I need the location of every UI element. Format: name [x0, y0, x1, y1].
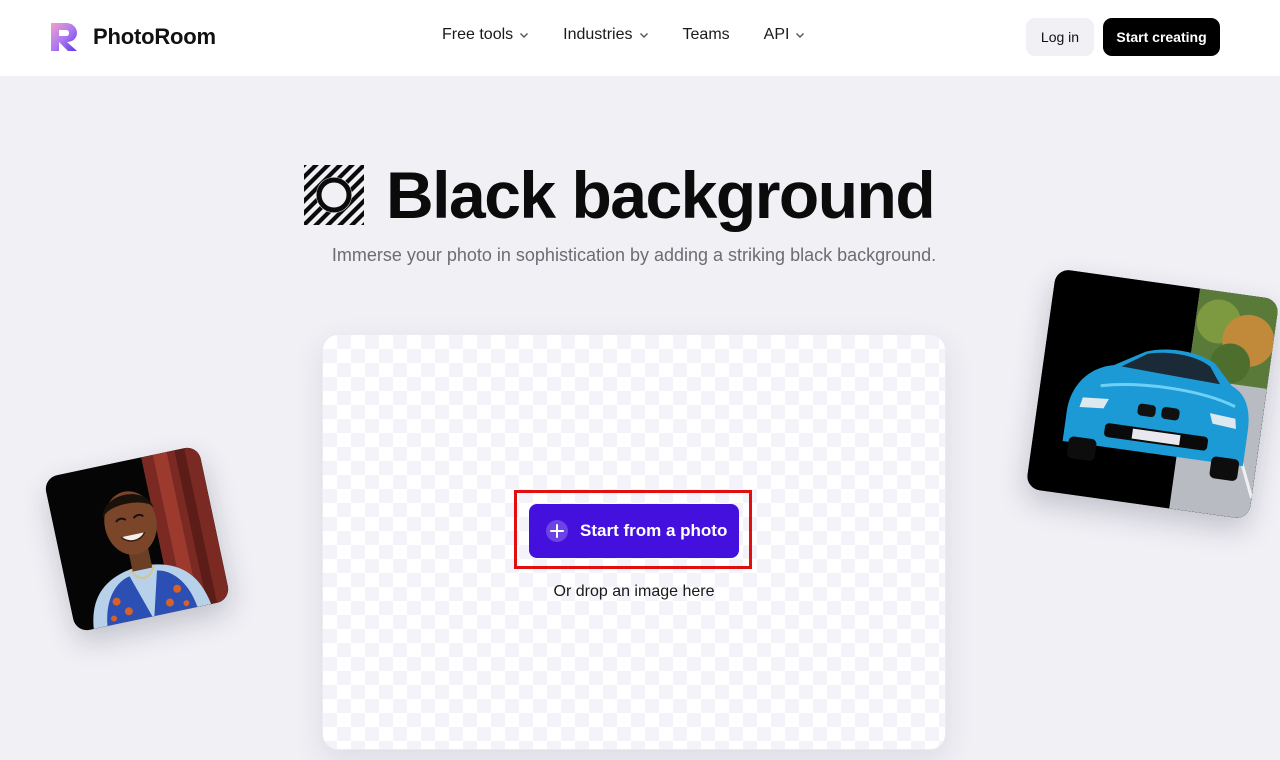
nav-free-tools-label: Free tools — [442, 26, 514, 43]
blue-car-image — [1025, 268, 1280, 520]
start-from-photo-label: Start from a photo — [580, 521, 728, 540]
nav-api-label: API — [763, 26, 790, 43]
plus-icon — [546, 520, 568, 542]
example-photo-car — [1025, 268, 1280, 520]
page-title: Black background — [386, 158, 936, 232]
nav-teams[interactable]: Teams — [683, 26, 730, 44]
nav-teams-label: Teams — [682, 26, 730, 43]
chevron-down-icon — [796, 33, 805, 38]
nav-api[interactable]: API — [764, 26, 806, 44]
drop-hint: Or drop an image here — [553, 583, 715, 600]
striped-circle-icon — [304, 165, 364, 225]
start-from-photo-button[interactable]: Start from a photo — [529, 504, 739, 558]
nav-industries-label: Industries — [563, 26, 633, 43]
brand-name: PhotoRoom — [93, 24, 216, 49]
chevron-down-icon — [639, 33, 648, 38]
start-creating-button[interactable]: Start creating — [1103, 18, 1220, 56]
login-button[interactable]: Log in — [1026, 18, 1094, 56]
nav-industries[interactable]: Industries — [563, 26, 648, 44]
hero-title-row: Black background — [304, 158, 936, 232]
page-subtitle: Immerse your photo in sophistication by … — [331, 245, 937, 265]
main-nav: Free tools Industries Teams API — [442, 26, 805, 44]
photoroom-logo-icon — [51, 23, 77, 51]
nav-free-tools[interactable]: Free tools — [442, 26, 529, 44]
top-navigation-bar: PhotoRoom Free tools Industries Teams AP… — [0, 0, 1280, 76]
woman-portrait-image — [43, 445, 231, 633]
brand-logo[interactable]: PhotoRoom — [48, 20, 216, 54]
chevron-down-icon — [520, 33, 529, 38]
example-photo-woman — [43, 445, 231, 633]
